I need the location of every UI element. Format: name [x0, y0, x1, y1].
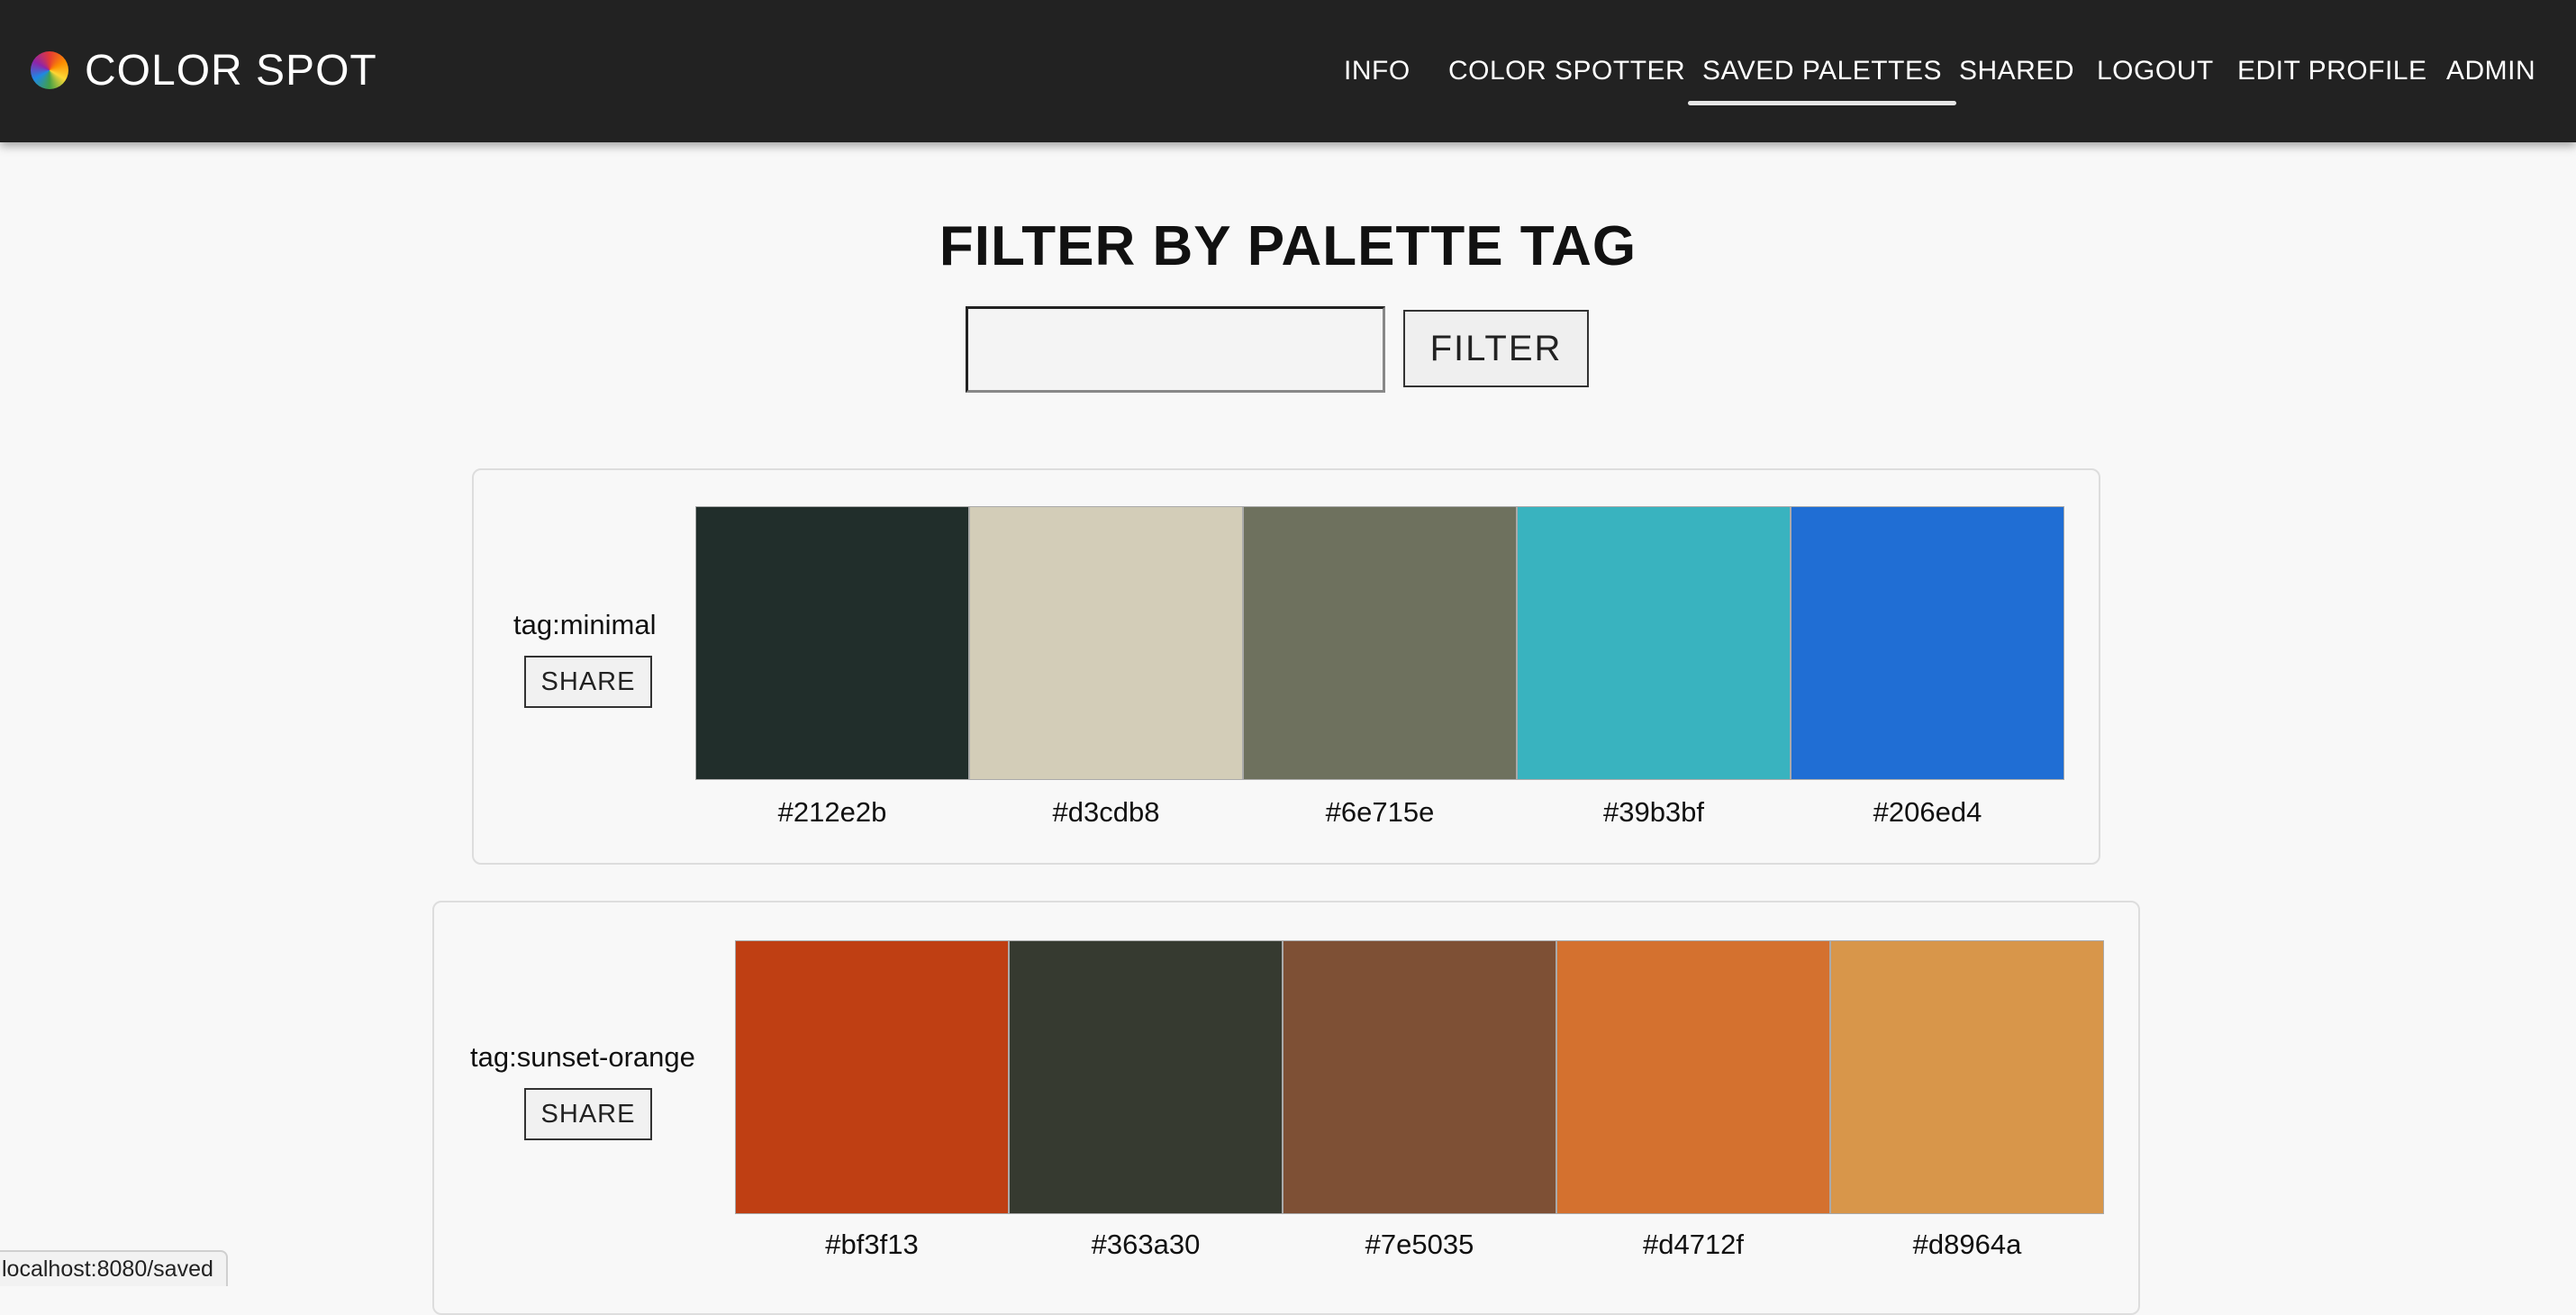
- nav-edit-profile[interactable]: EDIT PROFILE: [2237, 50, 2427, 92]
- hex-label: #bf3f13: [825, 1229, 919, 1260]
- color-swatch[interactable]: [695, 506, 969, 780]
- share-button[interactable]: SHARE: [524, 656, 652, 708]
- hex-label: #206ed4: [1873, 796, 1982, 828]
- nav-color-spotter[interactable]: COLOR SPOTTER: [1448, 50, 1685, 92]
- palette-tag: tag:sunset-orange: [470, 1041, 695, 1073]
- color-swatch[interactable]: [1283, 940, 1556, 1214]
- hex-label: #7e5035: [1365, 1229, 1474, 1260]
- color-swatch[interactable]: [1830, 940, 2104, 1214]
- hex-label: #212e2b: [777, 796, 887, 828]
- color-swatch[interactable]: [969, 506, 1243, 780]
- top-navbar: COLOR SPOT INFO COLOR SPOTTER SAVED PALE…: [0, 0, 2576, 142]
- palette-card: tag:sunset-orange SHARE #bf3f13 #363a30 …: [432, 901, 2140, 1315]
- color-swatch[interactable]: [1517, 506, 1791, 780]
- color-wheel-icon: [31, 51, 68, 89]
- nav-info[interactable]: INFO: [1344, 50, 1410, 92]
- color-swatch[interactable]: [735, 940, 1009, 1214]
- nav-logout[interactable]: LOGOUT: [2097, 50, 2214, 92]
- hex-label: #6e715e: [1325, 796, 1435, 828]
- filter-title: FILTER BY PALETTE TAG: [939, 215, 1637, 277]
- nav-saved-palettes[interactable]: SAVED PALETTES: [1688, 50, 1956, 105]
- hex-label: #d8964a: [1912, 1229, 2022, 1260]
- tag-filter-input[interactable]: [966, 306, 1385, 393]
- color-swatch[interactable]: [1556, 940, 1830, 1214]
- share-button[interactable]: SHARE: [524, 1088, 652, 1140]
- color-swatch[interactable]: [1009, 940, 1283, 1214]
- brand-link[interactable]: COLOR SPOT: [31, 43, 377, 97]
- hex-label: #d4712f: [1642, 1229, 1745, 1260]
- browser-status-url: localhost:8080/saved: [0, 1250, 228, 1286]
- filter-button[interactable]: FILTER: [1403, 310, 1589, 387]
- palette-tag: tag:minimal: [513, 609, 657, 640]
- color-swatch[interactable]: [1243, 506, 1517, 780]
- nav-shared[interactable]: SHARED: [1959, 50, 2074, 92]
- hex-label: #d3cdb8: [1052, 796, 1160, 828]
- nav-admin[interactable]: ADMIN: [2446, 50, 2535, 92]
- color-swatch[interactable]: [1791, 506, 2064, 780]
- brand-name: COLOR SPOT: [85, 46, 377, 95]
- hex-label: #39b3bf: [1602, 796, 1705, 828]
- palette-card: tag:minimal SHARE #212e2b #d3cdb8 #6e715…: [472, 468, 2100, 865]
- hex-label: #363a30: [1091, 1229, 1201, 1260]
